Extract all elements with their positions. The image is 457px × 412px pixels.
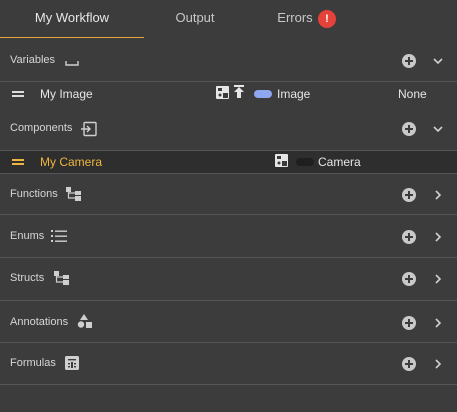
chevron-right-icon[interactable] xyxy=(431,357,445,371)
add-annotation-button[interactable] xyxy=(402,316,416,330)
errors-badge: ! xyxy=(318,10,336,28)
structs-section: Structs xyxy=(0,258,457,300)
drag-handle-icon[interactable] xyxy=(12,159,24,165)
annotations-section: Annotations xyxy=(0,301,457,343)
storage-type-icon xyxy=(216,86,229,99)
hierarchy-icon xyxy=(54,271,69,285)
add-component-button[interactable] xyxy=(402,122,416,136)
variable-default-value[interactable]: None xyxy=(398,87,427,101)
chevron-down-icon[interactable] xyxy=(431,54,445,68)
add-variable-button[interactable] xyxy=(402,54,416,68)
variable-icon xyxy=(65,61,79,66)
tab-my-workflow[interactable]: My Workflow xyxy=(0,0,144,38)
chevron-right-icon[interactable] xyxy=(431,188,445,202)
components-title[interactable]: Components xyxy=(10,122,72,134)
variable-row[interactable]: My Image Image None xyxy=(0,83,457,105)
chevron-right-icon[interactable] xyxy=(431,316,445,330)
enums-section: Enums xyxy=(0,215,457,257)
chevron-down-icon[interactable] xyxy=(431,122,445,136)
component-row[interactable]: My Camera Camera xyxy=(0,150,457,174)
chevron-right-icon[interactable] xyxy=(431,272,445,286)
variables-section: Variables xyxy=(0,38,457,82)
import-icon xyxy=(81,121,97,137)
functions-section: Functions xyxy=(0,174,457,214)
variables-title[interactable]: Variables xyxy=(10,54,55,66)
chevron-right-icon[interactable] xyxy=(431,230,445,244)
type-color-pill xyxy=(254,90,272,98)
storage-type-icon xyxy=(275,154,288,167)
list-icon xyxy=(51,230,67,242)
upload-icon xyxy=(234,85,244,98)
functions-title[interactable]: Functions xyxy=(10,188,58,200)
tab-errors[interactable]: Errors xyxy=(268,0,322,38)
components-section: Components xyxy=(0,108,457,150)
formulas-section: Formulas xyxy=(0,343,457,385)
annotations-title[interactable]: Annotations xyxy=(10,316,68,328)
calculator-icon xyxy=(65,356,79,370)
formulas-title[interactable]: Formulas xyxy=(10,357,56,369)
divider xyxy=(0,81,457,82)
component-type[interactable]: Camera xyxy=(318,155,361,169)
add-struct-button[interactable] xyxy=(402,272,416,286)
tab-output[interactable]: Output xyxy=(158,0,232,38)
variable-type[interactable]: Image xyxy=(277,87,310,101)
add-function-button[interactable] xyxy=(402,188,416,202)
divider xyxy=(0,384,457,385)
tab-bar: My Workflow Output Errors ! xyxy=(0,0,457,38)
hierarchy-icon xyxy=(66,187,81,201)
drag-handle-icon[interactable] xyxy=(12,91,24,97)
shapes-icon xyxy=(77,314,92,328)
variable-name[interactable]: My Image xyxy=(40,87,93,101)
add-formula-button[interactable] xyxy=(402,357,416,371)
add-enum-button[interactable] xyxy=(402,230,416,244)
type-color-pill xyxy=(296,158,314,166)
enums-title[interactable]: Enums xyxy=(10,230,44,242)
structs-title[interactable]: Structs xyxy=(10,272,44,284)
component-name[interactable]: My Camera xyxy=(40,155,102,169)
